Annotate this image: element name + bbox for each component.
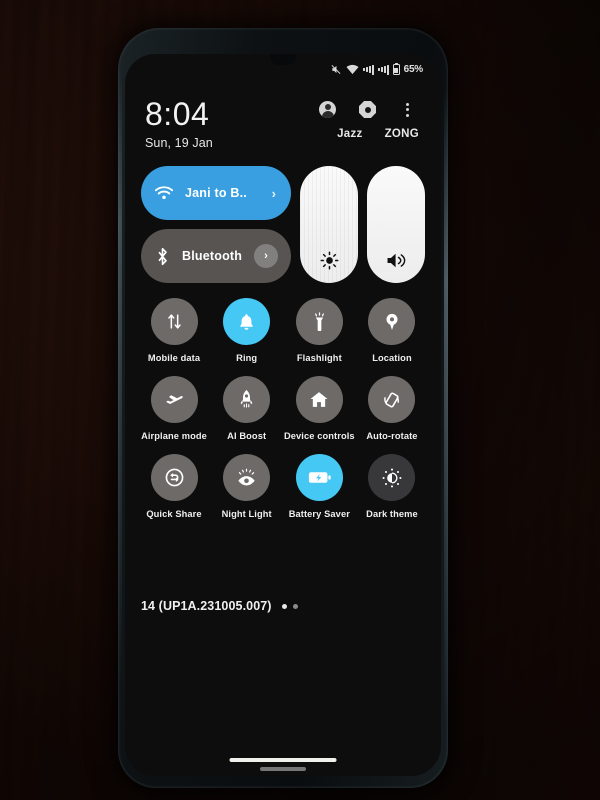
navigation-gesture-bar[interactable] [229,758,337,762]
tile-dark-theme[interactable]: Dark theme [359,454,425,519]
brightness-slider[interactable] [300,166,358,283]
build-version-label: 14 (UP1A.231005.007) [141,599,272,613]
tile-ai-boost[interactable]: AI Boost [214,376,280,441]
phone-edge-highlight-left [118,68,122,688]
phone-screen: 65% 8:04 Sun, 19 Jan Jazz ZONG Jani to B… [125,54,441,776]
bluetooth-tile-label: Bluetooth [182,249,243,263]
wifi-icon [154,185,174,201]
mute-icon [330,64,342,75]
bell-icon [223,298,271,345]
wifi-tile[interactable]: Jani to B.. › [141,166,291,220]
volume-slider[interactable] [367,166,425,283]
tile-flashlight[interactable]: Flashlight [286,298,352,363]
tile-label: Device controls [283,431,355,441]
settings-gear-icon[interactable] [358,100,377,119]
page-dot-active[interactable] [281,603,287,609]
flashlight-icon [295,298,343,345]
tile-label: Ring [236,353,258,363]
rocket-icon [223,376,271,423]
phone-device: 65% 8:04 Sun, 19 Jan Jazz ZONG Jani to B… [118,28,448,788]
volume-icon [385,251,407,270]
night-light-icon [223,454,271,501]
clock-date: Sun, 19 Jan [145,136,213,150]
connectivity-tiles-column: Jani to B.. › Bluetooth › [141,166,291,283]
quick-settings-tile-grid: Mobile data Ring Flashlight Location Air… [141,298,425,519]
tile-quick-share[interactable]: Quick Share [141,454,207,519]
location-icon [368,298,416,345]
home-icon [295,376,343,423]
battery-saver-icon [295,454,343,501]
wifi-tile-label: Jani to B.. [185,186,247,200]
signal-sim1-icon [362,64,374,75]
tile-location[interactable]: Location [359,298,425,363]
tile-device-controls[interactable]: Device controls [283,376,355,441]
camera-notch [270,54,296,65]
tile-label: Mobile data [147,353,201,363]
carrier-labels: Jazz ZONG [337,128,421,140]
tile-label: Location [372,353,412,363]
wifi-icon [346,64,359,75]
tile-label: Flashlight [296,353,342,363]
quick-settings-header: 8:04 Sun, 19 Jan Jazz ZONG [125,96,441,162]
phone-edge-highlight-right [444,88,448,728]
auto-rotate-icon [368,376,416,423]
tile-label: Night Light [221,509,272,519]
chevron-right-icon[interactable]: › [272,186,278,201]
chevron-right-icon[interactable]: › [254,244,278,268]
status-bar: 65% [330,62,424,75]
sliders-group [300,166,425,283]
battery-icon [392,62,400,75]
signal-sim2-icon [377,64,389,75]
tile-label: Auto-rotate [366,431,418,441]
quick-settings-footer: 14 (UP1A.231005.007) [141,599,425,613]
tile-ring[interactable]: Ring [214,298,280,363]
tile-row: Quick Share Night Light Battery Saver Da… [141,454,425,519]
tile-night-light[interactable]: Night Light [214,454,280,519]
mobile-data-icon [150,298,198,345]
tile-label: Quick Share [146,509,202,519]
tile-battery-saver[interactable]: Battery Saver [286,454,352,519]
user-avatar-icon[interactable] [318,100,337,119]
carrier-label-sim1: Jazz [337,128,363,140]
airplane-icon [150,376,198,423]
tile-label: Dark theme [366,509,418,519]
tile-row: Airplane mode AI Boost Device controls A… [141,376,425,441]
tile-auto-rotate[interactable]: Auto-rotate [359,376,425,441]
clock-time: 8:04 [145,96,210,132]
carrier-label-sim2: ZONG [384,128,419,140]
battery-percent-label: 65% [403,64,424,75]
dark-theme-icon [368,454,416,501]
header-icon-row [318,100,421,119]
bluetooth-icon [154,247,171,266]
quick-settings-body: Jani to B.. › Bluetooth › Mobile data Ri… [141,166,425,532]
overflow-menu-icon[interactable] [398,100,417,119]
page-indicator[interactable] [281,603,298,609]
clock-block: 8:04 Sun, 19 Jan [145,96,213,162]
tile-label: AI Boost [227,431,267,441]
tile-airplane-mode[interactable]: Airplane mode [141,376,207,441]
tile-label: Airplane mode [141,431,207,441]
top-tiles-row: Jani to B.. › Bluetooth › [141,166,425,283]
bluetooth-tile[interactable]: Bluetooth › [141,229,291,283]
tile-label: Battery Saver [288,509,350,519]
tile-mobile-data[interactable]: Mobile data [141,298,207,363]
brightness-icon [320,251,339,270]
tile-row: Mobile data Ring Flashlight Location [141,298,425,363]
gesture-bar-shadow [260,767,306,771]
quick-share-icon [150,454,198,501]
page-dot[interactable] [292,603,298,609]
header-right-cluster: Jazz ZONG [318,96,421,162]
